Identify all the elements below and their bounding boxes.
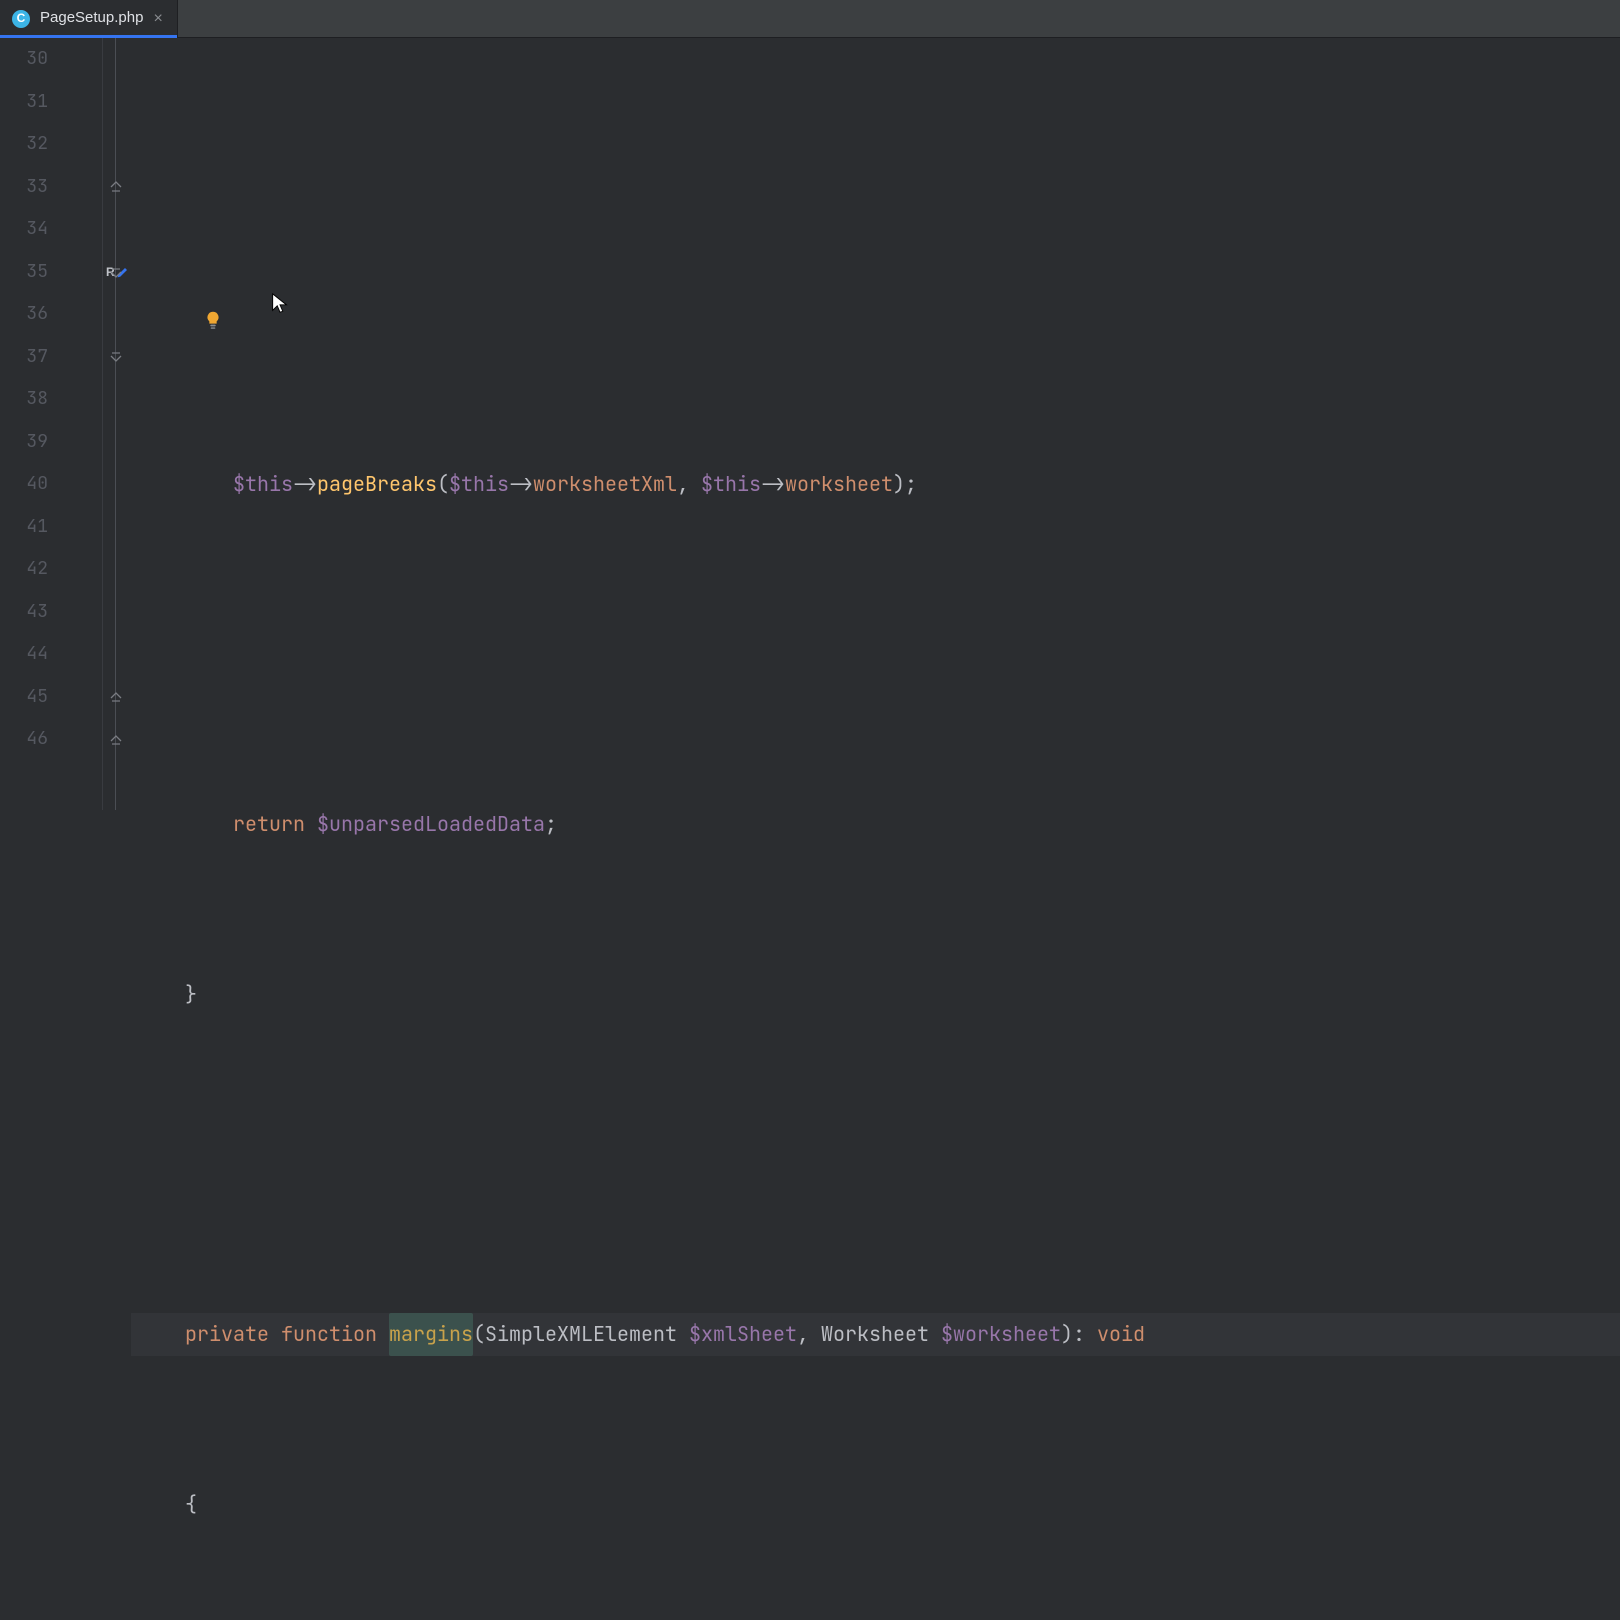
line-number[interactable]: 34 [0,208,48,251]
close-icon[interactable]: × [153,11,162,27]
line-number[interactable]: 45 [0,676,48,719]
tab-bar: C PageSetup.php × [0,0,1620,38]
line-number[interactable]: 43 [0,591,48,634]
editor[interactable]: 30 31 32 33 34 35 R 36 37 38 39 40 41 42… [0,38,1620,810]
line-number[interactable]: 42 [0,548,48,591]
line-number[interactable]: 46 [0,718,48,761]
line-number[interactable]: 38 [0,378,48,421]
line-number[interactable]: 41 [0,506,48,549]
mouse-cursor-icon [197,243,219,265]
code-line[interactable] [131,633,1620,676]
line-number[interactable]: 44 [0,633,48,676]
fold-column[interactable] [103,38,131,810]
tab-label: PageSetup.php [40,0,143,40]
line-number[interactable]: 35 [0,251,48,294]
code-line[interactable]: } [131,973,1620,1016]
line-number[interactable]: 31 [0,81,48,124]
line-number[interactable]: 39 [0,421,48,464]
fold-start-icon[interactable] [109,266,123,280]
code-line[interactable]: return $unparsedLoadedData; [131,803,1620,846]
code-line[interactable]: $this->pageBreaks($this->worksheetXml, $… [131,463,1620,506]
line-number[interactable]: 33 [0,166,48,209]
php-class-file-icon: C [12,10,30,28]
gutter[interactable]: 30 31 32 33 34 35 R 36 37 38 39 40 41 42… [0,38,102,810]
tab-pagesetup[interactable]: C PageSetup.php × [0,0,178,37]
line-number[interactable]: 40 [0,463,48,506]
line-number[interactable]: 30 [0,38,48,81]
line-number[interactable]: 32 [0,123,48,166]
line-number[interactable]: 37 [0,336,48,379]
line-number[interactable]: 36 [0,293,48,336]
intention-bulb-icon[interactable] [130,260,152,282]
fold-end-icon[interactable] [109,733,123,747]
fold-end-icon[interactable] [109,180,123,194]
code-line[interactable] [131,1143,1620,1186]
code-line[interactable]: private function margins(SimpleXMLElemen… [131,1313,1620,1356]
code-area[interactable]: $this->pageBreaks($this->worksheetXml, $… [131,38,1620,810]
code-line[interactable]: { [131,1483,1620,1526]
fold-end-icon[interactable] [109,690,123,704]
fold-start-icon[interactable] [109,350,123,364]
